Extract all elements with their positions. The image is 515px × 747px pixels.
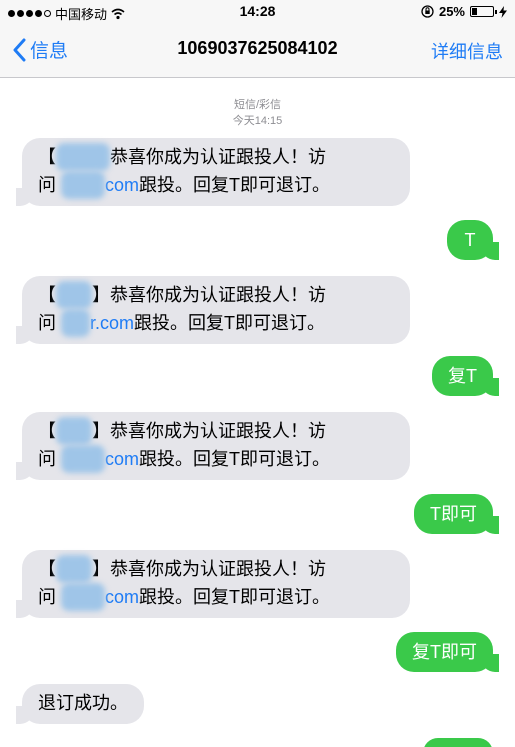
- outgoing-message-partial[interactable]: [423, 738, 493, 747]
- blurred-domain: z.......: [61, 171, 106, 199]
- blurred-brand: 跟投: [56, 555, 92, 583]
- message-line-2: 问 z.......com跟投。回复T即可退订。: [38, 583, 394, 611]
- blurred-brand: 跟投网: [56, 143, 110, 171]
- message-line-2: 问 z....r.com跟投。回复T即可退订。: [38, 309, 394, 337]
- message-link[interactable]: z.......com: [61, 171, 139, 199]
- battery-percent: 25%: [438, 4, 465, 19]
- blurred-brand: 跟投: [56, 281, 92, 309]
- message-line-1: 【跟投】恭喜你成为认证跟投人！访: [38, 417, 394, 445]
- blurred-domain: z.......: [61, 583, 106, 611]
- incoming-message[interactable]: 【跟投】恭喜你成为认证跟投人！访 问 z....r.com跟投。回复T即可退订。: [16, 276, 410, 344]
- incoming-message[interactable]: 【跟投网恭喜你成为认证跟投人！访 问 z.......com跟投。回复T即可退订…: [16, 138, 410, 206]
- blurred-domain: z.......: [61, 445, 106, 473]
- charging-bolt-icon: [499, 5, 507, 18]
- thread-timestamp: 今天14:15: [232, 115, 283, 127]
- message-line-1: 【跟投】恭喜你成为认证跟投人！访: [38, 281, 394, 309]
- message-line-1: 【跟投】恭喜你成为认证跟投人！访: [38, 555, 394, 583]
- battery-icon: [470, 6, 497, 17]
- message-line-1: 【跟投网恭喜你成为认证跟投人！访: [38, 143, 394, 171]
- incoming-message[interactable]: 退订成功。: [16, 684, 144, 724]
- message-link[interactable]: z.......com: [61, 583, 139, 611]
- message-link[interactable]: z....r.com: [61, 309, 134, 337]
- outgoing-message[interactable]: T: [447, 220, 499, 260]
- rotation-lock-icon: [421, 5, 434, 18]
- back-label: 信息: [30, 41, 69, 62]
- message-link[interactable]: z.......com: [61, 445, 139, 473]
- message-line-2: 问 z.......com跟投。回复T即可退订。: [38, 171, 394, 199]
- blurred-domain: z....: [61, 309, 91, 337]
- outgoing-message[interactable]: 复T: [432, 356, 499, 396]
- details-button[interactable]: 详细信息: [431, 38, 503, 64]
- outgoing-message[interactable]: 复T即可: [396, 632, 499, 672]
- nav-bar: 信息 1069037625084102 详细信息: [0, 24, 515, 78]
- blurred-brand: 跟投: [56, 417, 92, 445]
- thread-channel-label: 短信/彩信: [233, 99, 282, 111]
- chevron-left-icon: [13, 38, 26, 61]
- incoming-message[interactable]: 【跟投】恭喜你成为认证跟投人！访 问 z.......com跟投。回复T即可退订…: [16, 550, 410, 618]
- status-bar: 中国移动 14:28 25%: [0, 0, 515, 24]
- message-line-2: 问 z.......com跟投。回复T即可退订。: [38, 445, 394, 473]
- back-button[interactable]: 信息: [12, 36, 68, 63]
- outgoing-message[interactable]: T即可: [414, 494, 499, 534]
- status-right: 25%: [421, 4, 507, 19]
- incoming-message[interactable]: 【跟投】恭喜你成为认证跟投人！访 问 z.......com跟投。回复T即可退订…: [16, 412, 410, 480]
